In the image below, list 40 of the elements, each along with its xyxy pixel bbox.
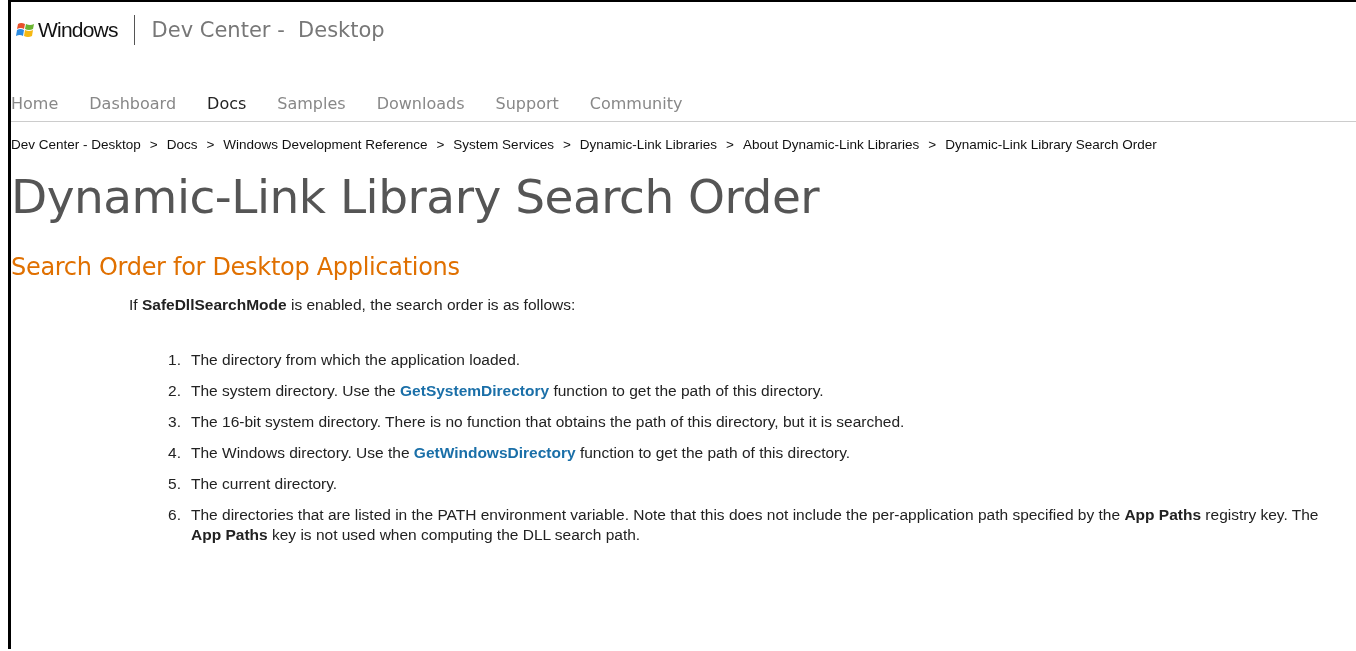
list-item-text: The Windows directory. Use the GetWindowsDirectory function to get the path of this directory. xyxy=(191,443,852,463)
breadcrumb-link[interactable]: Dynamic-Link Library Search Order xyxy=(945,136,1157,152)
nav-link[interactable]: Home xyxy=(11,94,59,113)
intro-paragraph: If SafeDllSearchMode is enabled, the search order is as follows: xyxy=(129,296,577,314)
list-item-text: The directories that are listed in the PATH environment variable. Note that this does not include the per-application path specified by the App Paths registry key. The App Paths key is not used when computing the DLL search path. xyxy=(191,505,1320,545)
function-link[interactable]: GetSystemDirectory xyxy=(400,382,550,399)
list-number: 2. xyxy=(167,381,182,401)
list-item-text: The 16-bit system directory. There is no function that obtains the path of this directory, but it is searched. xyxy=(191,412,906,432)
breadcrumb-link[interactable]: Windows Development Reference xyxy=(223,136,428,152)
section-heading: Search Order for Desktop Applications xyxy=(11,252,461,283)
list-number: 4. xyxy=(167,443,182,463)
breadcrumb-link[interactable]: About Dynamic-Link Libraries xyxy=(742,136,920,152)
nav-link[interactable]: Docs xyxy=(207,94,247,113)
breadcrumb-separator: > xyxy=(149,136,158,152)
list-item-text: The current directory. xyxy=(191,474,339,494)
breadcrumb-separator: > xyxy=(928,136,937,152)
breadcrumb-link[interactable]: Docs xyxy=(166,136,198,152)
nav-link[interactable]: Downloads xyxy=(376,94,465,113)
site-title[interactable]: Dev Center - Desktop xyxy=(151,18,385,42)
breadcrumb-separator: > xyxy=(562,136,571,152)
breadcrumb-link[interactable]: Dev Center - Desktop xyxy=(11,136,141,152)
breadcrumb-separator: > xyxy=(726,136,734,152)
page-title: Dynamic-Link Library Search Order xyxy=(11,168,821,226)
list-number: 6. xyxy=(167,505,182,525)
list-item-text: The directory from which the application loaded. xyxy=(191,350,522,370)
breadcrumb-link[interactable]: Dynamic-Link Libraries xyxy=(579,136,718,152)
list-item-text: The system directory. Use the GetSystemDirectory function to get the path of this directory. xyxy=(191,381,825,401)
windows-flag-icon xyxy=(16,21,36,39)
nav-link[interactable]: Samples xyxy=(277,94,346,113)
logo-text[interactable]: Windows xyxy=(38,18,118,42)
breadcrumb-separator: > xyxy=(206,136,215,152)
list-number: 5. xyxy=(167,474,182,494)
function-link[interactable]: GetWindowsDirectory xyxy=(413,444,576,461)
list-number: 3. xyxy=(167,412,182,432)
nav-link[interactable]: Community xyxy=(589,94,683,113)
list-number: 1. xyxy=(167,350,182,370)
nav-link[interactable]: Dashboard xyxy=(89,94,177,113)
nav-link[interactable]: Support xyxy=(495,94,559,113)
breadcrumb-separator: > xyxy=(436,136,445,152)
breadcrumb-link[interactable]: System Services xyxy=(453,136,554,152)
